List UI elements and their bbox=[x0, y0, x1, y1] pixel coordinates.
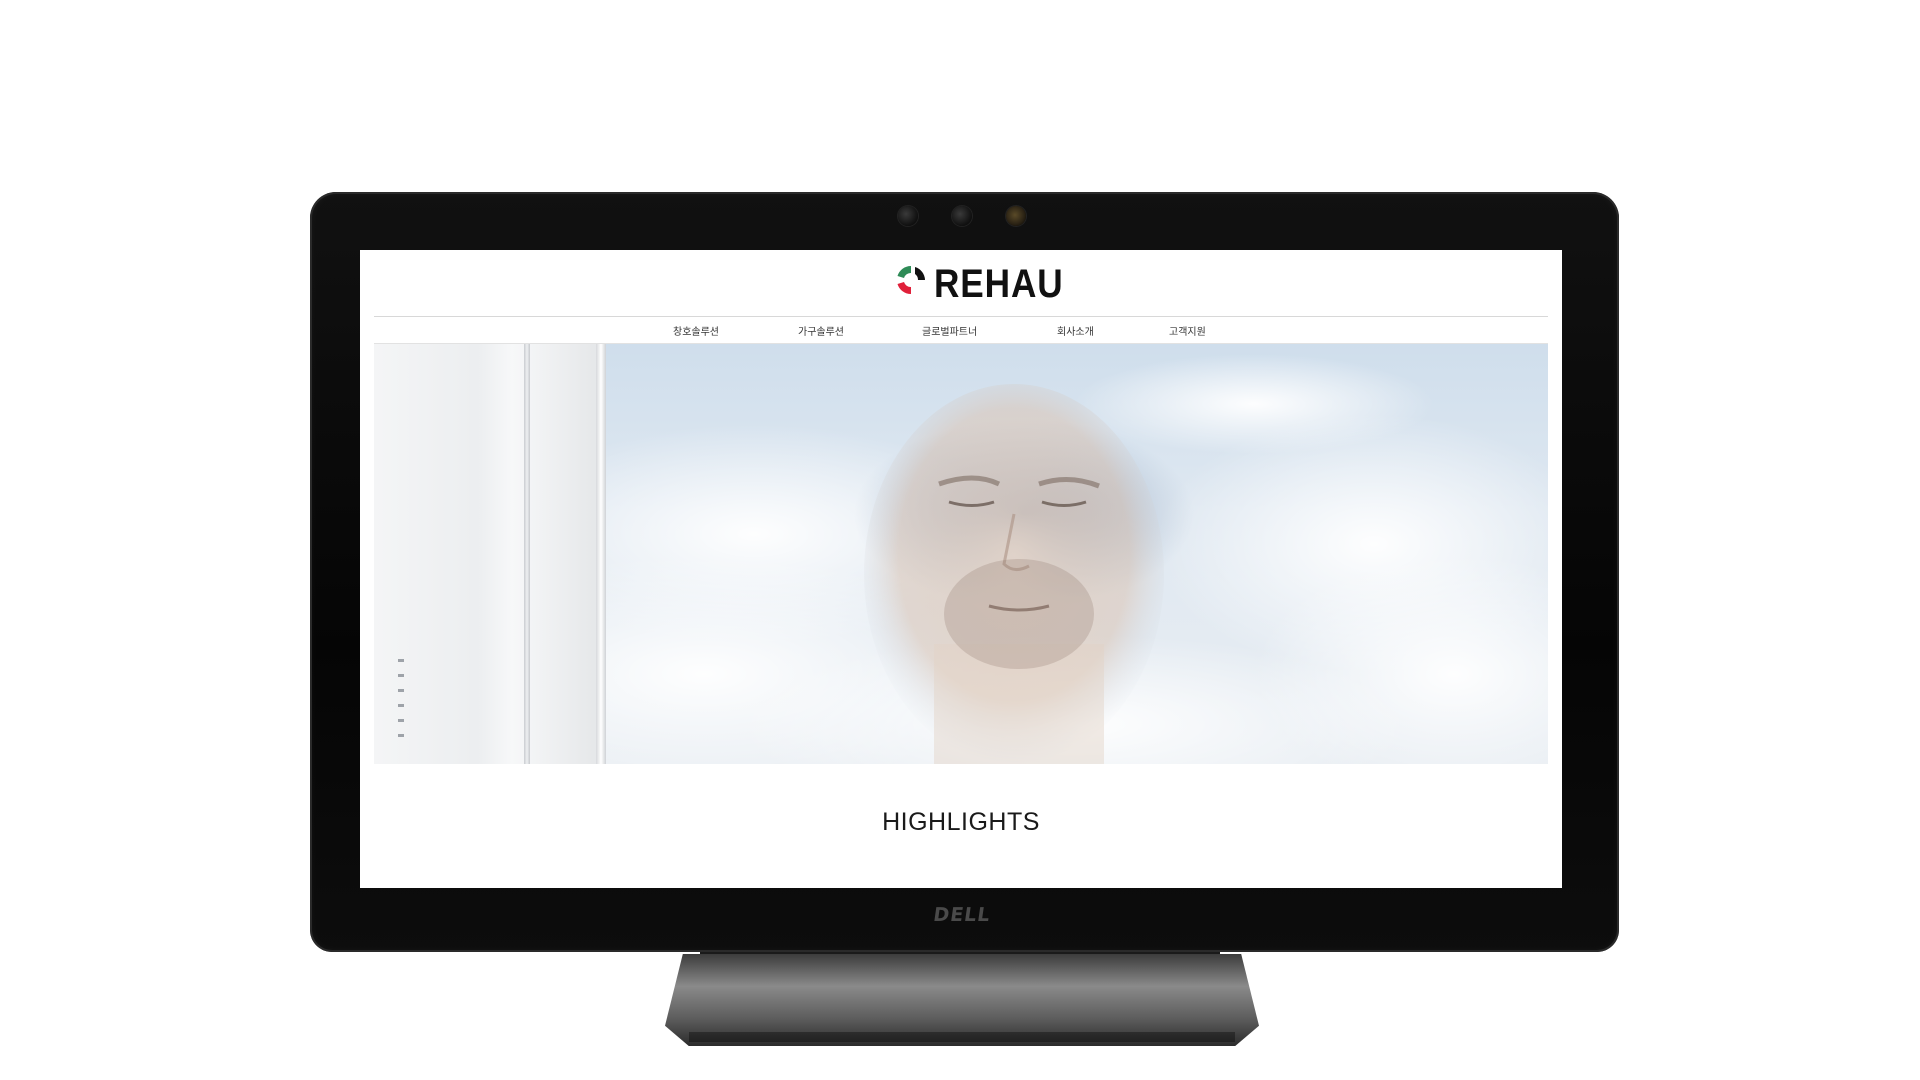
nav-item-support[interactable]: 고객지원 bbox=[1169, 323, 1206, 338]
nav-item-global-partner[interactable]: 글로벌파트너 bbox=[922, 323, 977, 338]
main-nav: 창호솔루션 가구솔루션 글로벌파트너 회사소개 고객지원 bbox=[374, 317, 1548, 344]
monitor-screen: REHAU 창호솔루션 가구솔루션 글로벌파트너 회사소개 고객지원 HIGHL… bbox=[360, 250, 1562, 888]
window-vent bbox=[394, 659, 408, 764]
section-title: HIGHLIGHTS bbox=[882, 808, 1040, 836]
dell-logo: DELL bbox=[931, 904, 993, 926]
monitor-stand-base bbox=[665, 954, 1259, 1046]
site-header: REHAU bbox=[374, 250, 1548, 317]
window-mullion bbox=[596, 344, 606, 764]
nav-item-window-solutions[interactable]: 창호솔루션 bbox=[673, 323, 719, 338]
rehau-logo-mark-icon bbox=[897, 265, 925, 295]
window-frame-image bbox=[374, 344, 606, 764]
webcam-lens-icon bbox=[898, 206, 918, 226]
webcam-array bbox=[898, 206, 1026, 226]
nav-item-furniture-solutions[interactable]: 가구솔루션 bbox=[798, 323, 844, 338]
nav-item-about[interactable]: 회사소개 bbox=[1057, 323, 1094, 338]
webcam-sensor-icon bbox=[1006, 206, 1026, 226]
scene: DELL REHAU 창호솔루션 가구솔루션 글로벌파트너 회사소개 고객지원 bbox=[0, 0, 1920, 1080]
rehau-logo-text: REHAU bbox=[934, 262, 1064, 306]
webcam-lens-icon bbox=[952, 206, 972, 226]
window-mullion bbox=[524, 344, 530, 764]
rehau-logo[interactable]: REHAU bbox=[894, 256, 1081, 304]
hero-banner bbox=[374, 344, 1548, 764]
